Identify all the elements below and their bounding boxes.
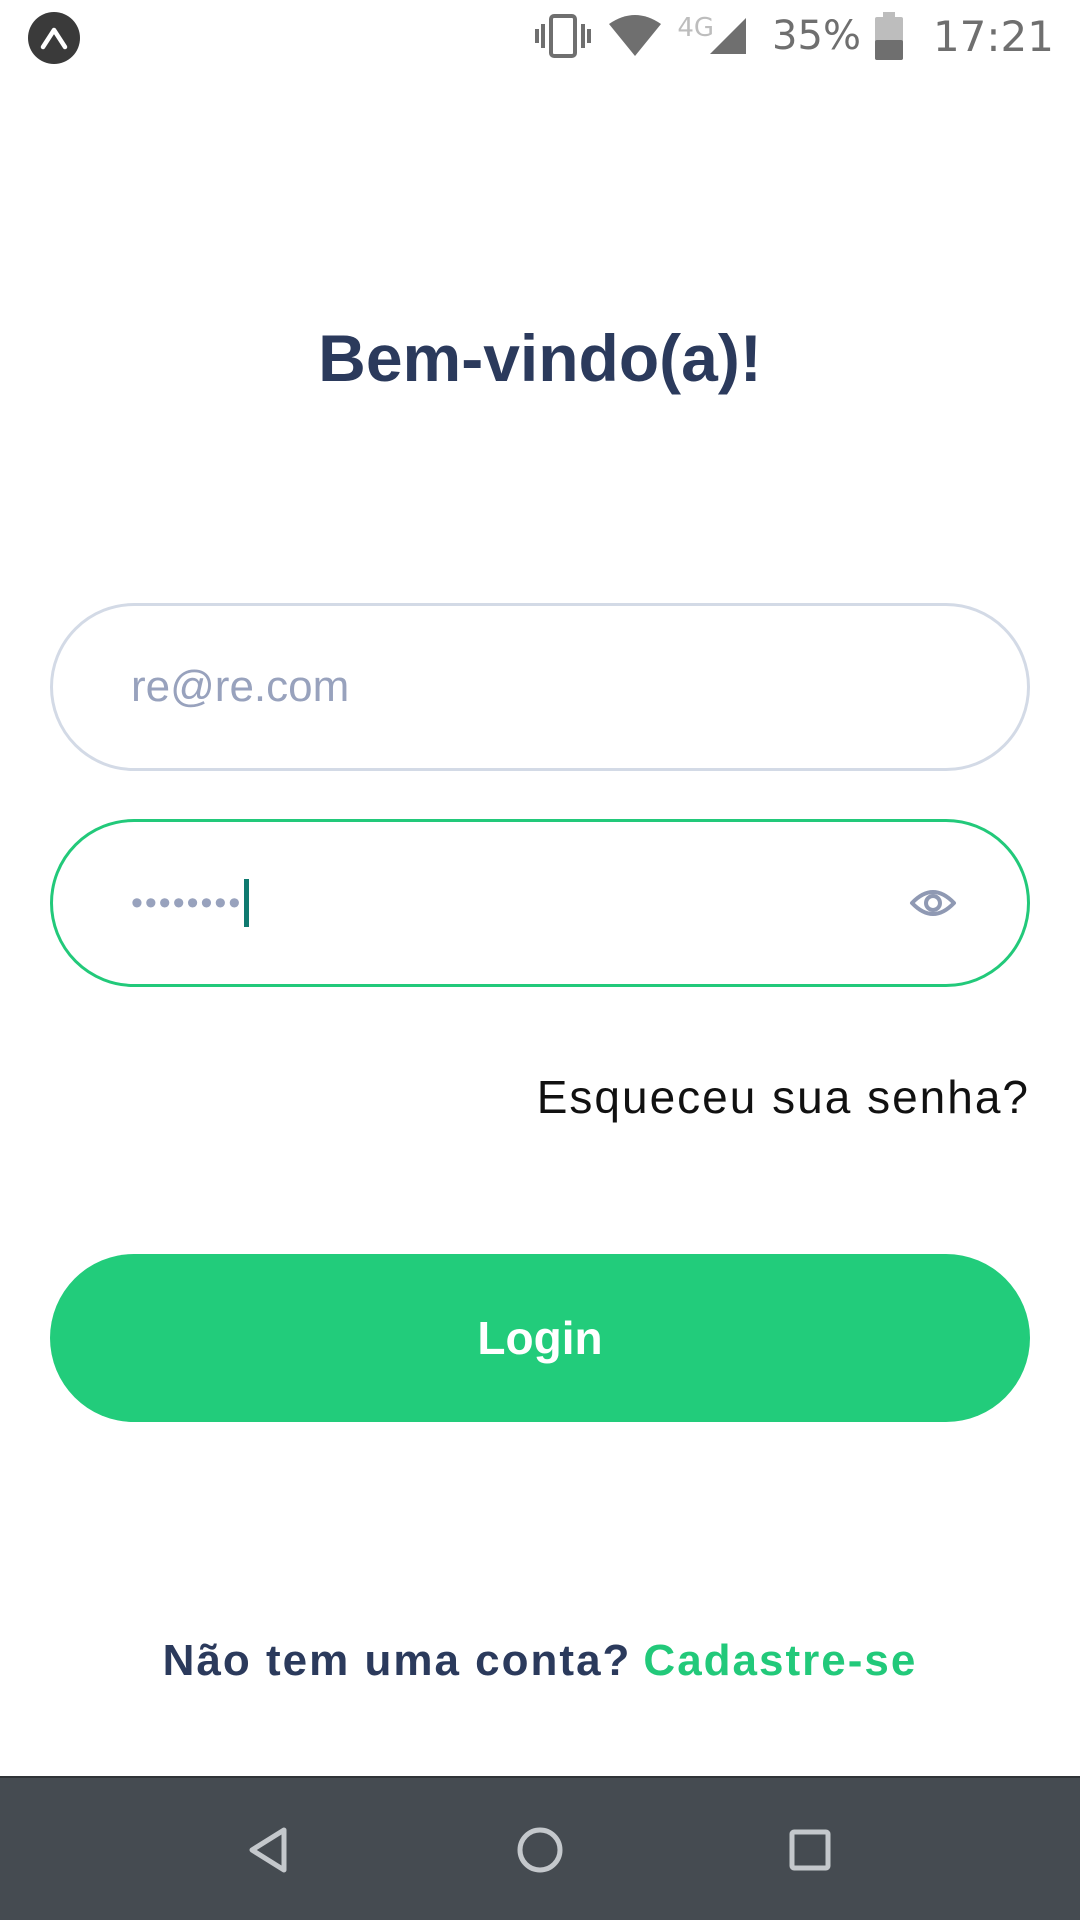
- vibrate-icon: [535, 12, 592, 60]
- status-icons: 4G 35% 17:21: [535, 10, 1054, 62]
- navigation-bar: [0, 1776, 1080, 1920]
- status-clock: 17:21: [932, 11, 1054, 61]
- forgot-password-link[interactable]: Esqueceu sua senha?: [537, 1070, 1030, 1124]
- login-button[interactable]: Login: [50, 1254, 1030, 1422]
- battery-percent: 35%: [772, 13, 861, 59]
- signup-link[interactable]: Cadastre-se: [643, 1636, 917, 1685]
- password-masked-value: ••••••••: [131, 883, 243, 922]
- text-caret: [244, 879, 250, 927]
- login-screen: 4G 35% 17:21 Bem-vindo(a)! ••••••: [0, 0, 1080, 1920]
- password-field[interactable]: ••••••••: [50, 819, 1030, 987]
- status-bar: 4G 35% 17:21: [0, 0, 1080, 72]
- eye-icon[interactable]: [901, 871, 965, 935]
- cellular-signal-icon: [708, 16, 748, 56]
- password-input[interactable]: ••••••••: [131, 822, 901, 984]
- battery-icon: [874, 12, 903, 60]
- signup-row: Não tem uma conta? Cadastre-se: [0, 1636, 1080, 1686]
- signup-prompt: Não tem uma conta?: [162, 1636, 632, 1685]
- home-icon[interactable]: [504, 1814, 576, 1886]
- back-icon[interactable]: [234, 1814, 306, 1886]
- page-title: Bem-vindo(a)!: [318, 321, 762, 395]
- expo-icon: [28, 12, 80, 64]
- recents-icon[interactable]: [774, 1814, 846, 1886]
- email-input[interactable]: [131, 662, 949, 712]
- wifi-icon: [607, 14, 663, 58]
- email-field[interactable]: [50, 603, 1030, 771]
